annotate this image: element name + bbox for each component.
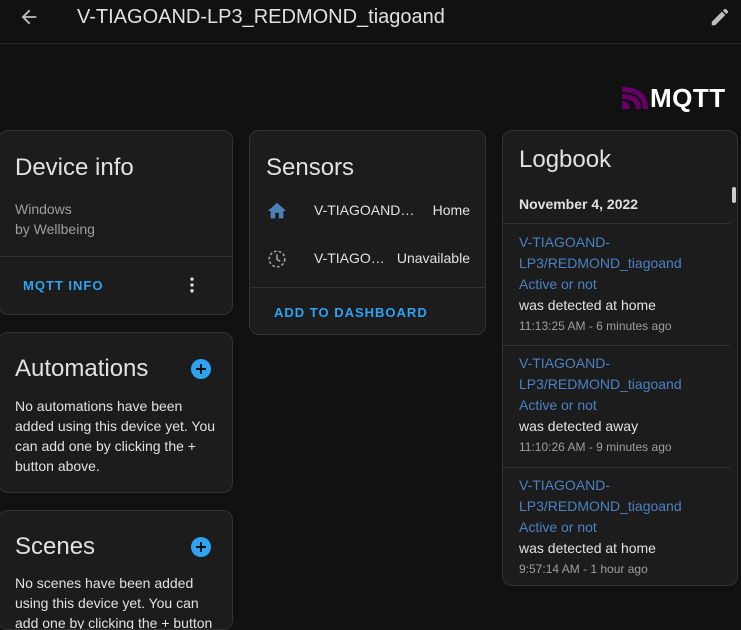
logbook-card: Logbook November 4, 2022 V-TIAGOAND-LP3/…: [502, 130, 738, 586]
page-title: V-TIAGOAND-LP3_REDMOND_tiagoand: [77, 6, 445, 28]
logbook-message: was detected at home: [519, 540, 656, 556]
automations-title: Automations: [15, 355, 149, 382]
sensor-row-location[interactable]: V-TIAGOAND-LP3/REDMOND_tiagoand Location…: [250, 191, 485, 231]
add-to-dashboard-button[interactable]: ADD TO DASHBOARD: [274, 305, 428, 320]
device-info-card: Device info Windows by Wellbeing MQTT IN…: [0, 130, 233, 315]
automations-empty-text: No automations have been added using thi…: [15, 398, 216, 474]
logbook-entity-link[interactable]: V-TIAGOAND-LP3/REDMOND_tiagoand Active o…: [519, 475, 689, 538]
logbook-entity-link[interactable]: V-TIAGOAND-LP3/REDMOND_tiagoand Active o…: [519, 232, 689, 295]
top-app-bar: V-TIAGOAND-LP3_REDMOND_tiagoand: [0, 0, 741, 44]
mqtt-info-button[interactable]: MQTT INFO: [23, 278, 104, 293]
mqtt-logo-text: MQTT: [650, 82, 726, 113]
dots-vertical-icon[interactable]: [182, 275, 202, 295]
mqtt-signal-icon: [622, 87, 648, 109]
card-divider: [250, 287, 485, 288]
logbook-title: Logbook: [519, 146, 612, 173]
scenes-empty-text: No scenes have been added using this dev…: [15, 575, 213, 630]
pencil-icon[interactable]: [709, 6, 731, 28]
log-divider: [503, 467, 730, 468]
sensor-row-active[interactable]: V-TIAGOAND-LP3/REDMOND_tiagoand Active o…: [250, 239, 485, 279]
log-divider: [503, 223, 730, 224]
logbook-time: 11:13:25 AM - 6 minutes ago: [519, 319, 672, 333]
logbook-time: 11:10:26 AM - 9 minutes ago: [519, 440, 672, 454]
mqtt-logo: MQTT: [622, 82, 726, 113]
home-icon: [267, 202, 287, 219]
arrow-left-icon[interactable]: [18, 6, 40, 28]
logbook-entity-link[interactable]: V-TIAGOAND-LP3/REDMOND_tiagoand Active o…: [519, 353, 689, 416]
log-divider: [503, 345, 730, 346]
logbook-entry: V-TIAGOAND-LP3/REDMOND_tiagoand Active o…: [503, 475, 732, 579]
device-info-title: Device info: [15, 154, 134, 181]
scenes-title: Scenes: [15, 533, 96, 560]
logbook-entry: V-TIAGOAND-LP3/REDMOND_tiagoand Active o…: [503, 232, 732, 336]
sensors-card: Sensors V-TIAGOAND-LP3/REDMOND_tiagoand …: [249, 130, 486, 335]
add-scene-icon[interactable]: [191, 537, 211, 557]
sensor-name: V-TIAGOAND-LP3/REDMOND_tiagoand Active o…: [314, 250, 386, 266]
logbook-time: 9:57:14 AM - 1 hour ago: [519, 562, 648, 576]
logbook-entry: V-TIAGOAND-LP3/REDMOND_tiagoand Active o…: [503, 353, 732, 457]
automations-card: Automations No automations have been add…: [0, 332, 233, 493]
device-model: Windows: [15, 201, 72, 217]
logbook-message: was detected at home: [519, 297, 656, 313]
device-manufacturer: by Wellbeing: [15, 221, 95, 237]
sensor-name: V-TIAGOAND-LP3/REDMOND_tiagoand Location: [314, 202, 418, 218]
sensors-title: Sensors: [266, 154, 355, 181]
logbook-date: November 4, 2022: [519, 196, 639, 212]
card-divider: [0, 256, 232, 257]
sensor-state: Home: [432, 202, 470, 218]
scenes-card: Scenes No scenes have been added using t…: [0, 510, 233, 630]
add-automation-icon[interactable]: [191, 359, 211, 379]
history-icon: [268, 250, 286, 268]
sensor-state: Unavailable: [396, 250, 470, 266]
logbook-scrollbar[interactable]: [732, 187, 736, 203]
logbook-message: was detected away: [519, 418, 639, 434]
